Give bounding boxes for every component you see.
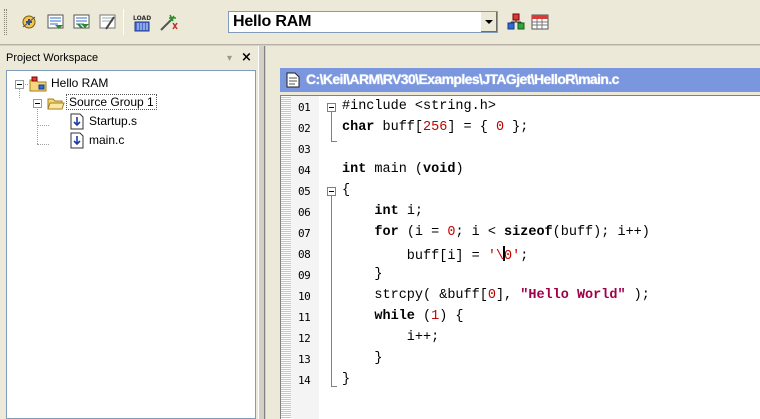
line-number: 07 — [298, 227, 311, 240]
line-number: 14 — [298, 374, 311, 387]
code-text: i++; — [342, 330, 440, 345]
target-icon — [29, 76, 47, 92]
stop-build-icon[interactable] — [98, 13, 118, 31]
code-text: { — [342, 183, 351, 198]
code-line[interactable]: 05 { — [281, 182, 760, 203]
panel-splitter[interactable] — [258, 46, 265, 419]
code-text: strcpy( &buff[0], "Hello World" ); — [342, 288, 650, 303]
collapse-icon[interactable] — [33, 99, 42, 108]
editor-titlebar[interactable]: C:\Keil\ARM\RV30\Examples\JTAGjet\HelloR… — [280, 68, 760, 92]
tree-node-label: main.c — [89, 133, 125, 147]
line-number: 12 — [298, 332, 311, 345]
workspace-close-icon[interactable]: × — [241, 50, 252, 65]
tree-node-label: Source Group 1 — [66, 94, 157, 110]
code-line[interactable]: 06 int i; — [281, 203, 760, 224]
code-line[interactable]: 14} — [281, 371, 760, 392]
target-select[interactable]: Hello RAM — [228, 11, 498, 33]
line-number: 11 — [298, 311, 311, 324]
code-editor[interactable]: 01 #include <string.h> 02 char buff[256] = … — [280, 95, 760, 419]
code-line[interactable]: 12 i++; — [281, 329, 760, 350]
svg-text:LOAD: LOAD — [133, 15, 151, 22]
code-text: for (i = 0; i < sizeof(buff); i++) — [374, 225, 650, 240]
editor-window: C:\Keil\ARM\RV30\Examples\JTAGjet\HelloR… — [266, 46, 760, 419]
line-number: 13 — [298, 353, 311, 366]
source-file-icon — [70, 113, 84, 130]
line-number: 02 — [298, 122, 311, 135]
collapse-icon[interactable] — [15, 80, 24, 89]
code-line[interactable]: 07 for (i = 0; i < sizeof(buff); i++) — [281, 224, 760, 245]
folder-open-icon — [47, 98, 65, 110]
line-number: 03 — [298, 143, 311, 156]
download-icon[interactable]: LOAD — [132, 13, 152, 32]
code-text: char buff[256] = { 0 }; — [342, 120, 529, 135]
code-text: int main (void) — [342, 162, 464, 177]
code-line[interactable]: 01 #include <string.h> — [281, 98, 760, 119]
project-tree: Hello RAM Source Group 1 Startup.s main.… — [6, 70, 256, 419]
components-icon[interactable] — [506, 13, 526, 31]
fold-line — [331, 196, 332, 386]
fold-line — [331, 112, 332, 142]
code-line[interactable]: 09 } — [281, 266, 760, 287]
line-number: 01 — [298, 101, 311, 114]
project-workspace-panel: Project Workspace ▾ × Hello RAM Source G… — [0, 46, 258, 419]
code-text: while (1) { — [374, 309, 464, 324]
code-text: } — [342, 351, 383, 366]
chevron-down-icon — [485, 20, 493, 24]
editor-file-path: C:\Keil\ARM\RV30\Examples\JTAGjet\HelloR… — [306, 71, 619, 87]
code-line[interactable]: 02 char buff[256] = { 0 }; — [281, 119, 760, 140]
tree-node-group[interactable]: Source Group 1 — [29, 94, 229, 112]
target-select-dropdown-button[interactable] — [480, 12, 497, 32]
code-text: } — [342, 372, 351, 387]
tree-node-label: Startup.s — [89, 114, 138, 128]
code-line[interactable]: 10 strcpy( &buff[0], "Hello World" ); — [281, 287, 760, 308]
code-text: buff[i] = '\0'; — [342, 246, 528, 264]
line-number: 04 — [298, 164, 311, 177]
tree-node-file[interactable]: main.c — [49, 132, 229, 150]
line-number: 06 — [298, 206, 311, 219]
code-line[interactable]: 11 while (1) { — [281, 308, 760, 329]
workspace-menu-icon[interactable]: ▾ — [227, 53, 232, 64]
tree-node-file[interactable]: Startup.s — [49, 113, 229, 131]
code-line[interactable]: 03 — [281, 140, 760, 161]
code-text: } — [342, 267, 383, 282]
translate-icon[interactable] — [46, 13, 66, 31]
document-icon — [286, 72, 300, 88]
fold-line-end — [331, 386, 337, 387]
text-caret — [503, 246, 506, 261]
rebuild-all-icon[interactable] — [72, 13, 92, 31]
line-number: 05 — [298, 185, 311, 198]
workspace-title: Project Workspace — [6, 52, 99, 64]
fold-collapse-icon[interactable] — [327, 187, 336, 196]
code-line[interactable]: 13 } — [281, 350, 760, 371]
code-text: int i; — [374, 204, 424, 219]
target-select-value: Hello RAM — [233, 13, 312, 30]
toolbar-separator — [123, 9, 124, 35]
line-number: 08 — [298, 248, 311, 261]
code-text: #include <string.h> — [342, 99, 496, 114]
main-toolbar: LOAD Hello RAM — [0, 0, 760, 45]
target-options-icon[interactable] — [158, 13, 178, 31]
tree-node-target[interactable]: Hello RAM — [11, 75, 211, 93]
fold-line-end — [331, 141, 337, 142]
line-number: 10 — [298, 290, 311, 303]
build-target-icon[interactable] — [20, 13, 40, 31]
project-settings-icon[interactable] — [530, 13, 550, 31]
tree-node-label: Hello RAM — [51, 76, 109, 90]
line-number: 09 — [298, 269, 311, 282]
code-line[interactable]: 04 int main (void) — [281, 161, 760, 182]
workspace-header: Project Workspace ▾ × — [2, 50, 256, 68]
toolbar-grip[interactable] — [4, 9, 7, 35]
fold-collapse-icon[interactable] — [327, 103, 336, 112]
code-line[interactable]: 08 buff[i] = '\0'; — [281, 245, 760, 266]
source-file-icon — [70, 132, 84, 149]
